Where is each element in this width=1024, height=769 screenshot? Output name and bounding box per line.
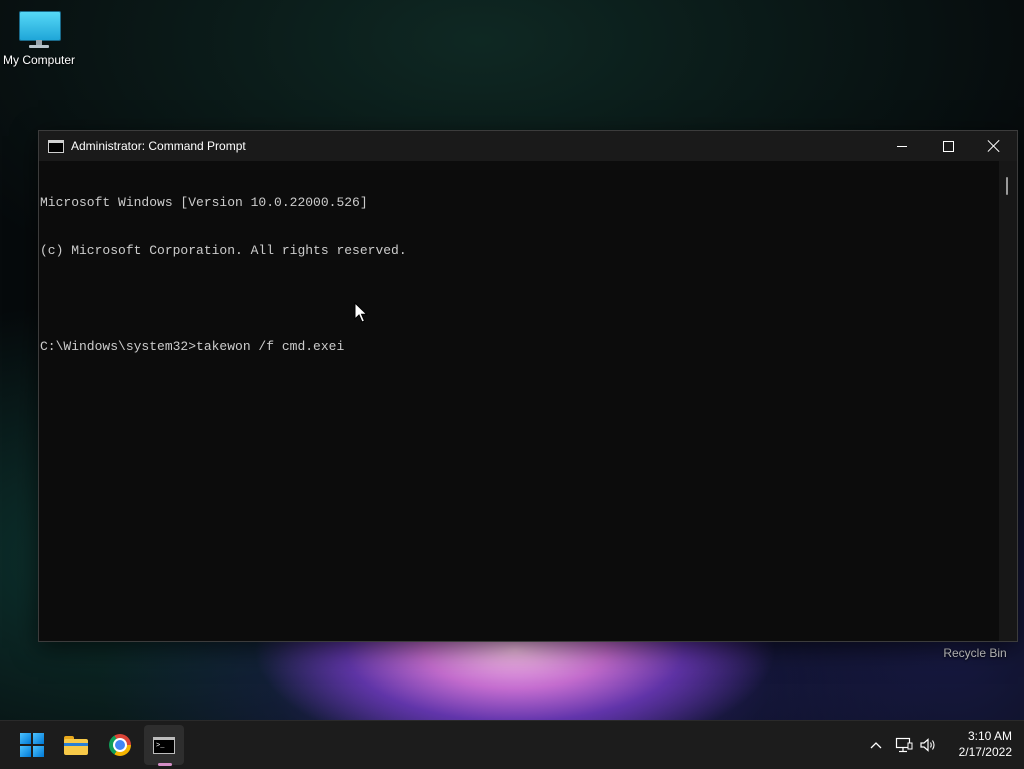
network-button[interactable] [893,721,915,769]
console-output[interactable]: Microsoft Windows [Version 10.0.22000.52… [39,161,999,641]
chrome-icon [109,734,131,756]
taskbar: >_ 3:10 AM 2/17/2022 [0,720,1024,769]
desktop-icon-label: Recycle Bin [943,646,1007,660]
windows-start-icon [20,733,44,757]
taskbar-command-prompt[interactable]: >_ [144,725,184,765]
maximize-button[interactable] [925,131,971,161]
command-prompt-window[interactable]: Administrator: Command Prompt Microsoft … [38,130,1018,642]
console-line: Microsoft Windows [Version 10.0.22000.52… [40,195,368,210]
folder-icon [64,735,88,755]
scrollbar-thumb[interactable] [1006,177,1008,195]
desktop-icon-label: My Computer [2,53,76,67]
desktop-icon-my-computer[interactable]: My Computer [0,8,78,67]
console-input-line[interactable]: C:\Windows\system32>takewon /f cmd.exei [40,339,999,355]
minimize-button[interactable] [879,131,925,161]
taskbar-start-button[interactable] [12,725,52,765]
clock-date: 2/17/2022 [958,745,1012,759]
mouse-cursor-icon [354,302,368,323]
active-app-indicator [158,763,172,766]
volume-icon [920,738,935,752]
close-button[interactable] [971,131,1017,161]
close-icon [988,140,1000,152]
chevron-up-icon [870,742,882,749]
show-hidden-icons-button[interactable] [866,721,886,769]
maximize-icon [942,140,954,152]
window-controls [879,131,1017,161]
clock-time: 3:10 AM [967,729,1012,743]
cmd-icon: >_ [153,736,175,754]
console-line: (c) Microsoft Corporation. All rights re… [40,243,407,258]
monitor-icon [17,8,61,50]
minimize-icon [897,145,907,147]
volume-button[interactable] [917,721,939,769]
desktop: My Computer Recycle Bin Administrator: C… [0,0,1024,769]
network-icon [895,737,913,753]
window-title: Administrator: Command Prompt [71,139,246,153]
vertical-scrollbar[interactable] [999,161,1017,641]
taskbar-clock[interactable]: 3:10 AM 2/17/2022 [944,728,1012,760]
console-icon [48,139,64,153]
window-titlebar[interactable]: Administrator: Command Prompt [39,131,1017,161]
desktop-icon-recycle-bin[interactable]: Recycle Bin [936,646,1014,660]
taskbar-chrome[interactable] [100,725,140,765]
taskbar-file-explorer[interactable] [56,725,96,765]
